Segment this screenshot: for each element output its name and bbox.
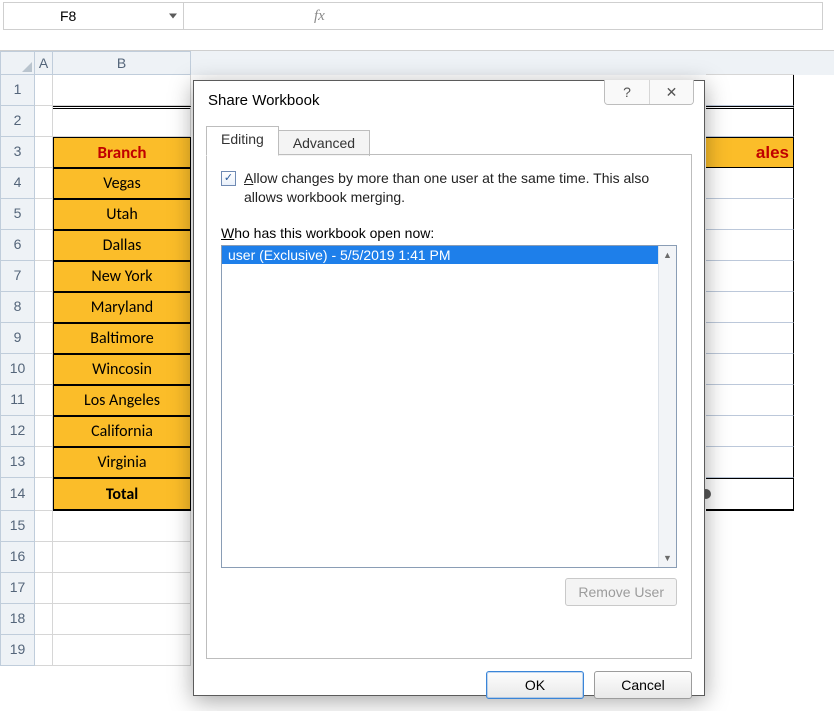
chevron-down-icon[interactable] (169, 14, 177, 19)
who-open-label: Who has this workbook open now: (221, 225, 677, 241)
row-header[interactable]: 16 (0, 542, 35, 573)
cell[interactable] (35, 137, 53, 168)
row-header[interactable]: 7 (0, 261, 35, 292)
close-button[interactable]: ✕ (649, 80, 693, 104)
cell[interactable] (35, 168, 53, 199)
row-header[interactable]: 1 (0, 75, 35, 106)
cell[interactable] (35, 230, 53, 261)
fx-icon[interactable]: fx (314, 8, 325, 25)
name-box[interactable]: F8 (4, 3, 184, 29)
ok-button[interactable]: OK (486, 671, 584, 699)
users-listbox[interactable]: user (Exclusive) - 5/5/2019 1:41 PM ▲ ▼ (221, 245, 677, 568)
cell[interactable] (35, 323, 53, 354)
cell[interactable] (35, 573, 53, 604)
row-header[interactable]: 10 (0, 354, 35, 385)
name-box-value: F8 (60, 8, 76, 24)
scroll-down-icon[interactable]: ▼ (659, 549, 676, 567)
cell[interactable] (35, 354, 53, 385)
branch-cell[interactable]: Los Angeles (53, 385, 191, 416)
tab-page-editing: Allow changes by more than one user at t… (206, 155, 692, 659)
user-list-item[interactable]: user (Exclusive) - 5/5/2019 1:41 PM (222, 246, 658, 264)
row-header[interactable]: 13 (0, 447, 35, 478)
cell[interactable] (35, 416, 53, 447)
row-header[interactable]: 5 (0, 199, 35, 230)
help-icon: ? (623, 84, 631, 100)
cell[interactable] (35, 106, 53, 137)
allow-changes-label: Allow changes by more than one user at t… (244, 169, 677, 207)
dialog-titlebar[interactable]: Share Workbook ? ✕ (194, 81, 704, 119)
col-header-a[interactable]: A (35, 51, 53, 75)
cell[interactable] (35, 75, 53, 106)
row-header[interactable]: 6 (0, 230, 35, 261)
branch-cell[interactable]: New York (53, 261, 191, 292)
cell[interactable] (53, 573, 191, 604)
dialog-title: Share Workbook (208, 92, 319, 109)
cell[interactable] (35, 385, 53, 416)
col-header-b[interactable]: B (53, 51, 191, 75)
select-all-corner[interactable] (0, 51, 35, 75)
cell[interactable] (53, 511, 191, 542)
cell[interactable] (35, 542, 53, 573)
sales-header-fragment: ales (706, 137, 794, 168)
cell[interactable] (35, 447, 53, 478)
formula-area[interactable]: fx (184, 8, 325, 25)
row-header[interactable]: 17 (0, 573, 35, 604)
right-column-sliver: ales (706, 51, 794, 511)
formula-bar: F8 fx (3, 2, 823, 30)
row-header[interactable]: 11 (0, 385, 35, 416)
share-workbook-dialog: Share Workbook ? ✕ Editing Advanced Allo… (193, 80, 705, 696)
row-header[interactable]: 9 (0, 323, 35, 354)
row-header[interactable]: 18 (0, 604, 35, 635)
tab-strip: Editing Advanced (206, 125, 692, 155)
cell[interactable] (53, 542, 191, 573)
branch-cell[interactable]: Utah (53, 199, 191, 230)
branch-cell[interactable]: Dallas (53, 230, 191, 261)
row-header[interactable]: 14 (0, 478, 35, 511)
cell[interactable] (35, 478, 53, 511)
allow-changes-checkbox[interactable] (221, 171, 236, 186)
tab-advanced[interactable]: Advanced (278, 130, 370, 156)
row-header[interactable]: 4 (0, 168, 35, 199)
branch-cell[interactable]: Baltimore (53, 323, 191, 354)
row-header[interactable]: 12 (0, 416, 35, 447)
cell[interactable] (35, 292, 53, 323)
scroll-up-icon[interactable]: ▲ (659, 246, 676, 264)
cell[interactable] (35, 261, 53, 292)
scrollbar[interactable]: ▲ ▼ (658, 246, 676, 567)
branch-header-cell[interactable]: Branch (53, 137, 191, 168)
total-cell[interactable]: Total (53, 478, 191, 511)
cell[interactable] (53, 75, 191, 106)
cell[interactable] (35, 604, 53, 635)
row-header[interactable]: 3 (0, 137, 35, 168)
branch-cell[interactable]: Wincosin (53, 354, 191, 385)
cell[interactable] (53, 635, 191, 666)
tab-editing[interactable]: Editing (206, 126, 279, 156)
branch-cell[interactable]: Maryland (53, 292, 191, 323)
cell[interactable] (53, 604, 191, 635)
cell[interactable] (35, 199, 53, 230)
help-button[interactable]: ? (605, 80, 649, 104)
row-header[interactable]: 15 (0, 511, 35, 542)
branch-cell[interactable]: Vegas (53, 168, 191, 199)
cell[interactable] (35, 511, 53, 542)
cancel-button[interactable]: Cancel (594, 671, 692, 699)
cell[interactable] (35, 635, 53, 666)
branch-cell[interactable]: California (53, 416, 191, 447)
row-header[interactable]: 19 (0, 635, 35, 666)
remove-user-button: Remove User (565, 578, 677, 606)
close-icon: ✕ (666, 84, 678, 101)
row-header[interactable]: 8 (0, 292, 35, 323)
row-header[interactable]: 2 (0, 106, 35, 137)
branch-cell[interactable]: Virginia (53, 447, 191, 478)
cell[interactable] (53, 106, 191, 137)
